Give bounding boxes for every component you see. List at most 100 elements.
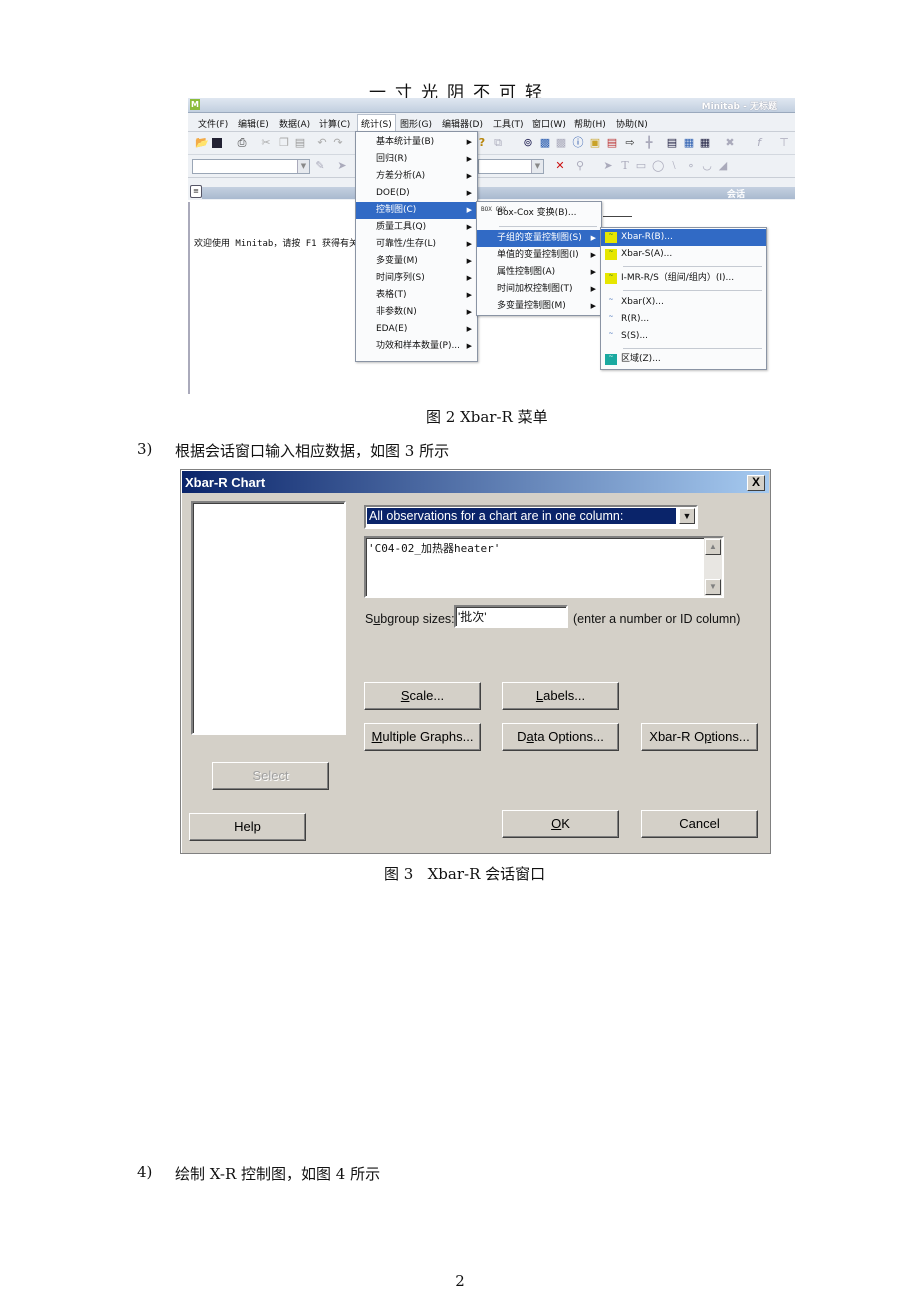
standard-toolbar: 📂 ⎙ ✂ ❐ ▤ ↶ ↷ ? ⧉ ⊚ ▩ ▩ ⓘ ▣ ▤ ⇨ ╋ ▤ ▦ ▦ … [188, 132, 795, 155]
menu-data[interactable]: 数据(A) [279, 117, 310, 130]
subgroup-menu-item[interactable]: ~ R(R)... [601, 311, 766, 328]
stat-menu-item[interactable]: 功效和样本数量(P)... ▶ [356, 338, 477, 355]
chart-type-dropdown[interactable]: All observations for a chart are in one … [364, 505, 698, 529]
stat-menu-item[interactable]: 表格(T) ▶ [356, 287, 477, 304]
ellipse-icon[interactable]: ◯ [652, 160, 664, 172]
stat-menu-item-control-charts[interactable]: 控制图(C) ▶ [356, 202, 477, 219]
minitab-menubar: 文件(F) 编辑(E) 数据(A) 计算(C) 统计(S) 图形(G) 编辑器(… [188, 113, 795, 133]
control-menu-item-subgroups[interactable]: 子组的变量控制图(S) ▶ [477, 230, 601, 247]
delete-icon[interactable]: ✕ [554, 160, 566, 172]
brush-icon[interactable]: ✎ [314, 160, 326, 172]
subgroup-menu-item[interactable]: ~ S(S)... [601, 328, 766, 345]
show-worksheet-icon[interactable]: ▦ [683, 137, 695, 149]
menu-edit[interactable]: 编辑(E) [238, 117, 269, 130]
subgroup-menu-item[interactable]: ~ I-MR-R/S（组间/组内）(I)... [601, 270, 766, 287]
column-combo[interactable]: ▼ [192, 159, 310, 174]
polygon-icon[interactable]: ◢ [717, 160, 729, 172]
columns-textarea[interactable]: 'C04-02_加热器heater' ▲ ▼ [364, 536, 724, 598]
text-tool-icon[interactable]: T [619, 160, 631, 172]
menu-file[interactable]: 文件(F) [198, 117, 228, 130]
function-icon[interactable]: f [753, 137, 765, 149]
step3-text: 根据会话窗口输入相应数据，如图 3 所示 [175, 442, 450, 460]
paste-icon[interactable]: ▤ [294, 137, 306, 149]
subgroup-menu-item[interactable]: ~ Xbar-S(A)... [601, 246, 766, 263]
xbar-r-options-button[interactable]: Xbar-R Options... [641, 723, 758, 751]
stat-menu-item[interactable]: 多变量(M) ▶ [356, 253, 477, 270]
marker-icon[interactable]: ∘ [685, 160, 697, 172]
menu-calc[interactable]: 计算(C) [319, 117, 350, 130]
scale-button[interactable]: Scale... [364, 682, 481, 710]
multiple-graphs-button[interactable]: Multiple Graphs... [364, 723, 481, 751]
subgroup-input[interactable]: '批次' [454, 605, 568, 628]
show-graphs-icon[interactable]: ▦ [699, 137, 711, 149]
stat-menu-item[interactable]: 非参数(N) ▶ [356, 304, 477, 321]
copy-icon[interactable]: ❐ [278, 137, 290, 149]
stat-menu-item[interactable]: 时间序列(S) ▶ [356, 270, 477, 287]
menu-assist[interactable]: 协助(N) [616, 117, 648, 130]
control-menu-item[interactable]: 多变量控制图(M) ▶ [477, 298, 601, 315]
line-icon[interactable]: ⧵ [668, 160, 680, 172]
cascade-icon[interactable]: ⧉ [492, 137, 504, 149]
redo-icon[interactable]: ↷ [332, 137, 344, 149]
print-icon[interactable]: ⎙ [236, 137, 248, 149]
variables-list[interactable] [191, 501, 346, 735]
polyline-icon[interactable]: ◡ [701, 160, 713, 172]
related-icon[interactable]: ╋ [643, 137, 655, 149]
pointer-icon[interactable]: ➤ [336, 160, 348, 172]
stat-menu-item[interactable]: 方差分析(A) ▶ [356, 168, 477, 185]
help-button[interactable]: Help [189, 813, 306, 841]
graph-folder-icon[interactable]: ▩ [555, 137, 567, 149]
boxcox-menu-item[interactable]: BOX COX Box-Cox 变换(B)... [477, 203, 601, 223]
control-menu-item[interactable]: 单值的变量控制图(I) ▶ [477, 247, 601, 264]
scroll-up-icon[interactable]: ▲ [705, 539, 721, 555]
insert-icon[interactable]: ⊤ [778, 137, 790, 149]
control-menu-item[interactable]: 属性控制图(A) ▶ [477, 264, 601, 281]
manage-icon[interactable]: ⇨ [624, 137, 636, 149]
chevron-down-icon[interactable]: ▼ [679, 508, 695, 524]
subgroup-menu-item-xbar-r[interactable]: ~ Xbar-R(B)... [601, 229, 766, 246]
minitab-title-bar: M Minitab - 无标题 [188, 98, 795, 113]
stat-menu-item[interactable]: 可靠性/生存(L) ▶ [356, 236, 477, 253]
edit-last-dialog-icon[interactable]: ✖ [724, 137, 736, 149]
labels-button[interactable]: Labels... [502, 682, 619, 710]
chevron-down-icon[interactable]: ▼ [297, 160, 309, 173]
info-icon[interactable]: ⓘ [572, 137, 584, 149]
menu-graph[interactable]: 图形(G) [400, 117, 432, 130]
stat-menu-item[interactable]: 回归(R) ▶ [356, 151, 477, 168]
menu-editor[interactable]: 编辑器(D) [442, 117, 483, 130]
zoom-icon[interactable]: ⚲ [574, 160, 586, 172]
show-session-icon[interactable]: ▤ [666, 137, 678, 149]
s-chart-icon: ~ [608, 330, 614, 337]
subgroup-menu-item[interactable]: ~ 区域(Z)... [601, 351, 766, 368]
ok-button[interactable]: OK [502, 810, 619, 838]
control-menu-item[interactable]: 时间加权控制图(T) ▶ [477, 281, 601, 298]
graph-combo[interactable]: ▼ [478, 159, 544, 174]
stat-menu-item[interactable]: EDA(E) ▶ [356, 321, 477, 338]
undo-icon[interactable]: ↶ [316, 137, 328, 149]
stat-menu-item[interactable]: DOE(D) ▶ [356, 185, 477, 202]
minitab-screenshot: M Minitab - 无标题 文件(F) 编辑(E) 数据(A) 计算(C) … [188, 98, 795, 394]
open-icon[interactable]: 📂 [195, 137, 209, 149]
scroll-down-icon[interactable]: ▼ [705, 579, 721, 595]
session-folder-icon[interactable]: ⊚ [522, 137, 534, 149]
save-icon[interactable] [212, 138, 222, 148]
history-icon[interactable]: ▣ [589, 137, 601, 149]
chevron-down-icon[interactable]: ▼ [531, 160, 543, 173]
close-button[interactable]: X [747, 475, 765, 491]
rectangle-icon[interactable]: ▭ [635, 160, 647, 172]
select-button[interactable]: Select [212, 762, 329, 790]
menu-window[interactable]: 窗口(W) [532, 117, 566, 130]
cut-icon[interactable]: ✂ [260, 137, 272, 149]
subgroup-menu-item[interactable]: ~ Xbar(X)... [601, 294, 766, 311]
control-charts-menu: BOX COX Box-Cox 变换(B)... 子组的变量控制图(S) ▶ 单值… [476, 201, 602, 316]
stat-menu-item[interactable]: 基本统计量(B) ▶ [356, 134, 477, 151]
menu-tools[interactable]: 工具(T) [493, 117, 524, 130]
stat-menu-item[interactable]: 质量工具(Q) ▶ [356, 219, 477, 236]
cancel-button[interactable]: Cancel [641, 810, 758, 838]
scrollbar[interactable]: ▲ ▼ [704, 538, 722, 596]
data-options-button[interactable]: Data Options... [502, 723, 619, 751]
select-pointer-icon[interactable]: ➤ [602, 160, 614, 172]
worksheet-icon[interactable]: ▩ [539, 137, 551, 149]
report-pad-icon[interactable]: ▤ [606, 137, 618, 149]
menu-help[interactable]: 帮助(H) [574, 117, 606, 130]
